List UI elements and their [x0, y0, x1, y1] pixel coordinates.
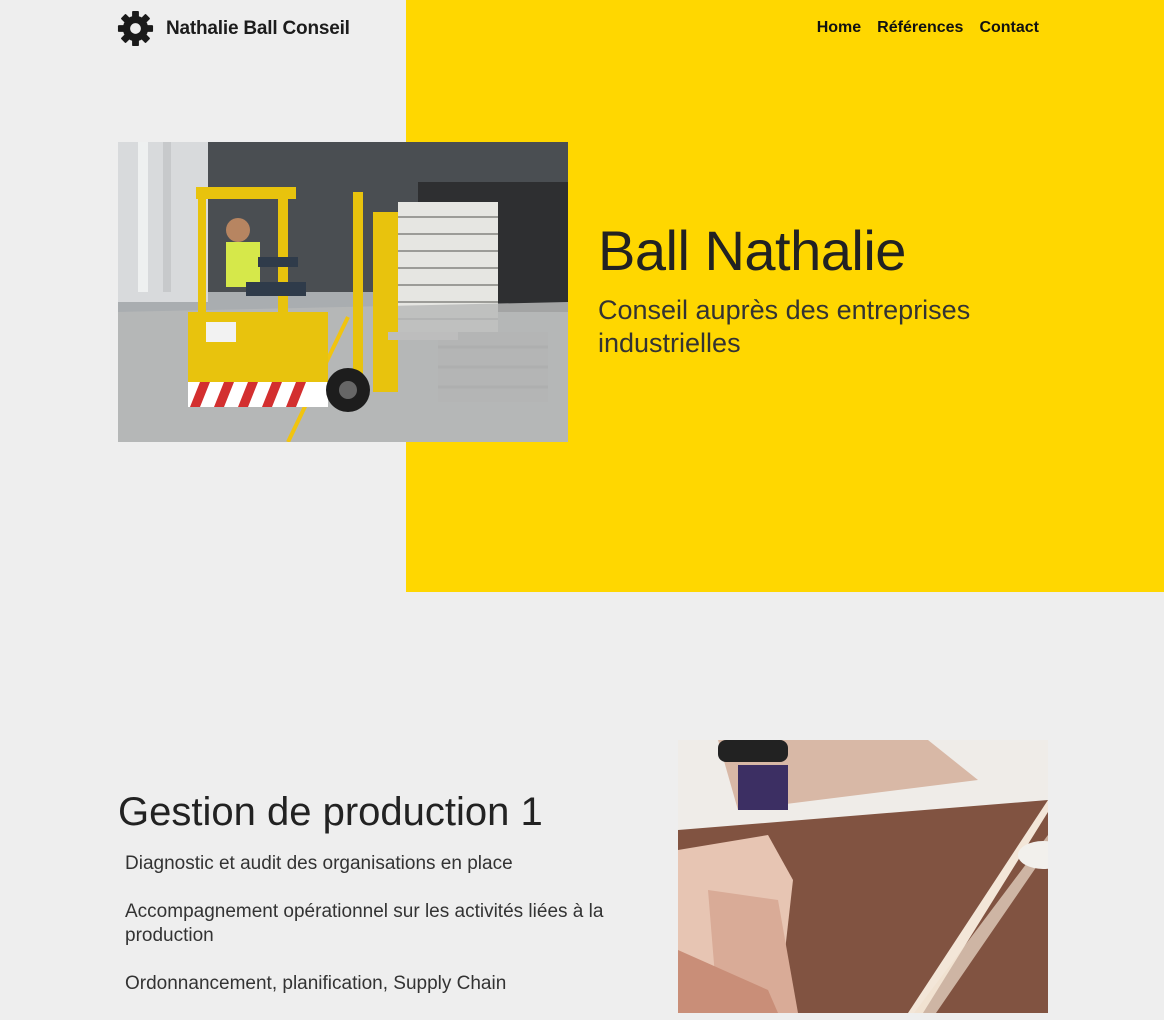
- nav-home-link[interactable]: Home: [817, 19, 861, 37]
- hero-title: Ball Nathalie: [598, 219, 906, 282]
- brand-name: Nathalie Ball Conseil: [166, 17, 350, 39]
- service-item-diagnostic: Diagnostic et audit des organisations en…: [125, 853, 513, 874]
- service-item-accompaniment: Accompagnement opérationnel sur les acti…: [125, 901, 604, 946]
- gear-icon: [117, 10, 154, 47]
- brand-logo-link[interactable]: Nathalie Ball Conseil: [116, 9, 350, 48]
- nav-references-link[interactable]: Références: [877, 19, 963, 37]
- hero-subtitle: Conseil auprès des entreprises industrie…: [598, 295, 971, 358]
- service-item-planning: Ordonnancement, planification, Supply Ch…: [125, 973, 507, 994]
- section-title: Gestion de production 1: [118, 790, 543, 834]
- hands-measuring-photo: [678, 740, 1048, 1013]
- service-list: Diagnostic et audit des organisations en…: [125, 852, 645, 1020]
- forklift-warehouse-photo: [118, 142, 568, 442]
- nav-contact-link[interactable]: Contact: [979, 19, 1039, 37]
- main-nav: Home Références Contact: [817, 19, 1039, 37]
